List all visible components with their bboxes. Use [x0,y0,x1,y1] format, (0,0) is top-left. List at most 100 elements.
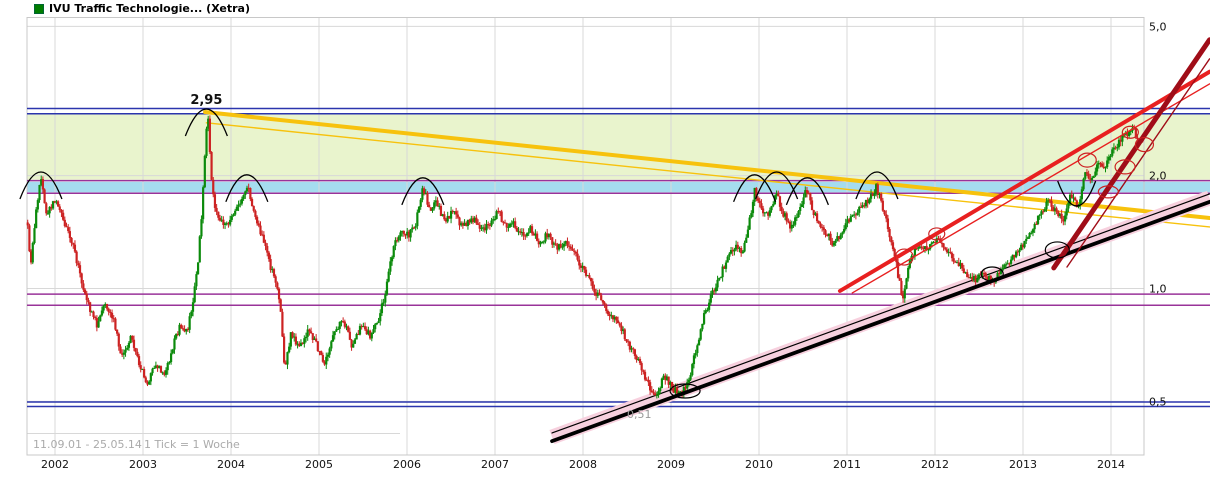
year-tick-label: 2014 [1097,458,1125,471]
candle-body [1071,195,1073,198]
candle-body [140,365,142,369]
candle-body [231,216,233,220]
candle-body [900,281,902,295]
candle-body [253,206,255,211]
candle-body [799,207,801,211]
candle-body [850,216,852,221]
candle-body [706,310,708,311]
candle-body [688,380,690,383]
candle-body [457,215,459,218]
candle-body [124,350,126,353]
instrument-color-marker-icon [34,4,44,14]
candle-body [403,231,405,234]
price-tick-label: 5,0 [1149,20,1167,33]
candle-body [841,232,843,234]
candle-body [145,377,147,382]
candle-body [588,275,590,278]
candle-body [770,206,772,210]
candle-body [381,303,383,313]
candle-body [398,236,400,240]
year-tick-label: 2007 [481,458,509,471]
candle-body [1044,209,1046,211]
candle-body [136,352,138,356]
candle-body [561,247,563,248]
candle-body [276,283,278,289]
candle-body [349,332,351,340]
candle-body [725,263,727,269]
candle-body [443,214,445,219]
candle-body [89,302,91,312]
candle-body [418,207,420,212]
candle-body [273,269,275,276]
candle-body [701,324,703,329]
candle-body [189,316,191,330]
candle-body [953,258,955,262]
candle-body [266,246,268,253]
candle-body [389,261,391,271]
candle-body [921,247,923,249]
candle-body [728,254,730,257]
candle-body [809,193,811,200]
year-tick-label: 2002 [41,458,69,471]
candle-body [1111,149,1113,155]
candle-body [172,350,174,354]
candle-body [944,248,946,250]
candle-body [62,213,64,220]
candle-body [833,243,835,246]
price-chart-canvas: 2,950,5120022003200420052006200720082009… [0,0,1210,487]
candle-body [656,395,658,396]
candle-body [710,295,712,303]
candle-body [691,364,693,375]
candle-body [388,272,390,282]
candle-body [251,199,253,206]
candle-body [1108,157,1110,160]
year-tick-label: 2003 [129,458,157,471]
candle-body [689,375,691,380]
candle-body [153,368,155,369]
candle-body [377,321,379,323]
candle-body [816,213,818,221]
candle-body [1035,224,1037,225]
candle-body [288,347,290,353]
candle-body [150,373,152,381]
candle-body [647,380,649,382]
year-tick-label: 2013 [1009,458,1037,471]
candle-body [310,331,312,333]
candle-body [802,197,804,204]
candle-body [305,337,307,338]
candle-body [733,249,735,251]
candle-body [487,224,489,225]
candle-body [946,249,948,252]
candle-body [727,257,729,263]
candle-body [101,311,103,316]
candle-body [507,227,509,228]
year-tick-label: 2006 [393,458,421,471]
candle-body [416,212,418,226]
candle-body [244,191,246,195]
candle-body [1086,172,1088,173]
candle-body [275,276,277,282]
candle-body [43,189,45,203]
candle-body [777,193,779,196]
candle-body [42,179,44,189]
candle-body [303,338,305,344]
candle-body [60,210,62,213]
candle-body [797,211,799,217]
candle-body [180,325,182,328]
candle-body [1074,198,1076,201]
candle-body [1116,147,1118,148]
candle-body [1025,239,1027,241]
candle-body [961,263,963,268]
candle-body [745,238,747,243]
candle-body [1045,202,1047,210]
candle-body [654,393,656,395]
candle-body [308,329,310,331]
candle-body [359,326,361,335]
candle-body [882,201,884,211]
candle-body [57,201,59,206]
instrument-title: IVU Traffic Technologie... (Xetra) [49,2,250,15]
candle-body [114,319,116,330]
year-tick-label: 2004 [217,458,245,471]
candle-body [192,302,194,312]
year-tick-label: 2008 [569,458,597,471]
